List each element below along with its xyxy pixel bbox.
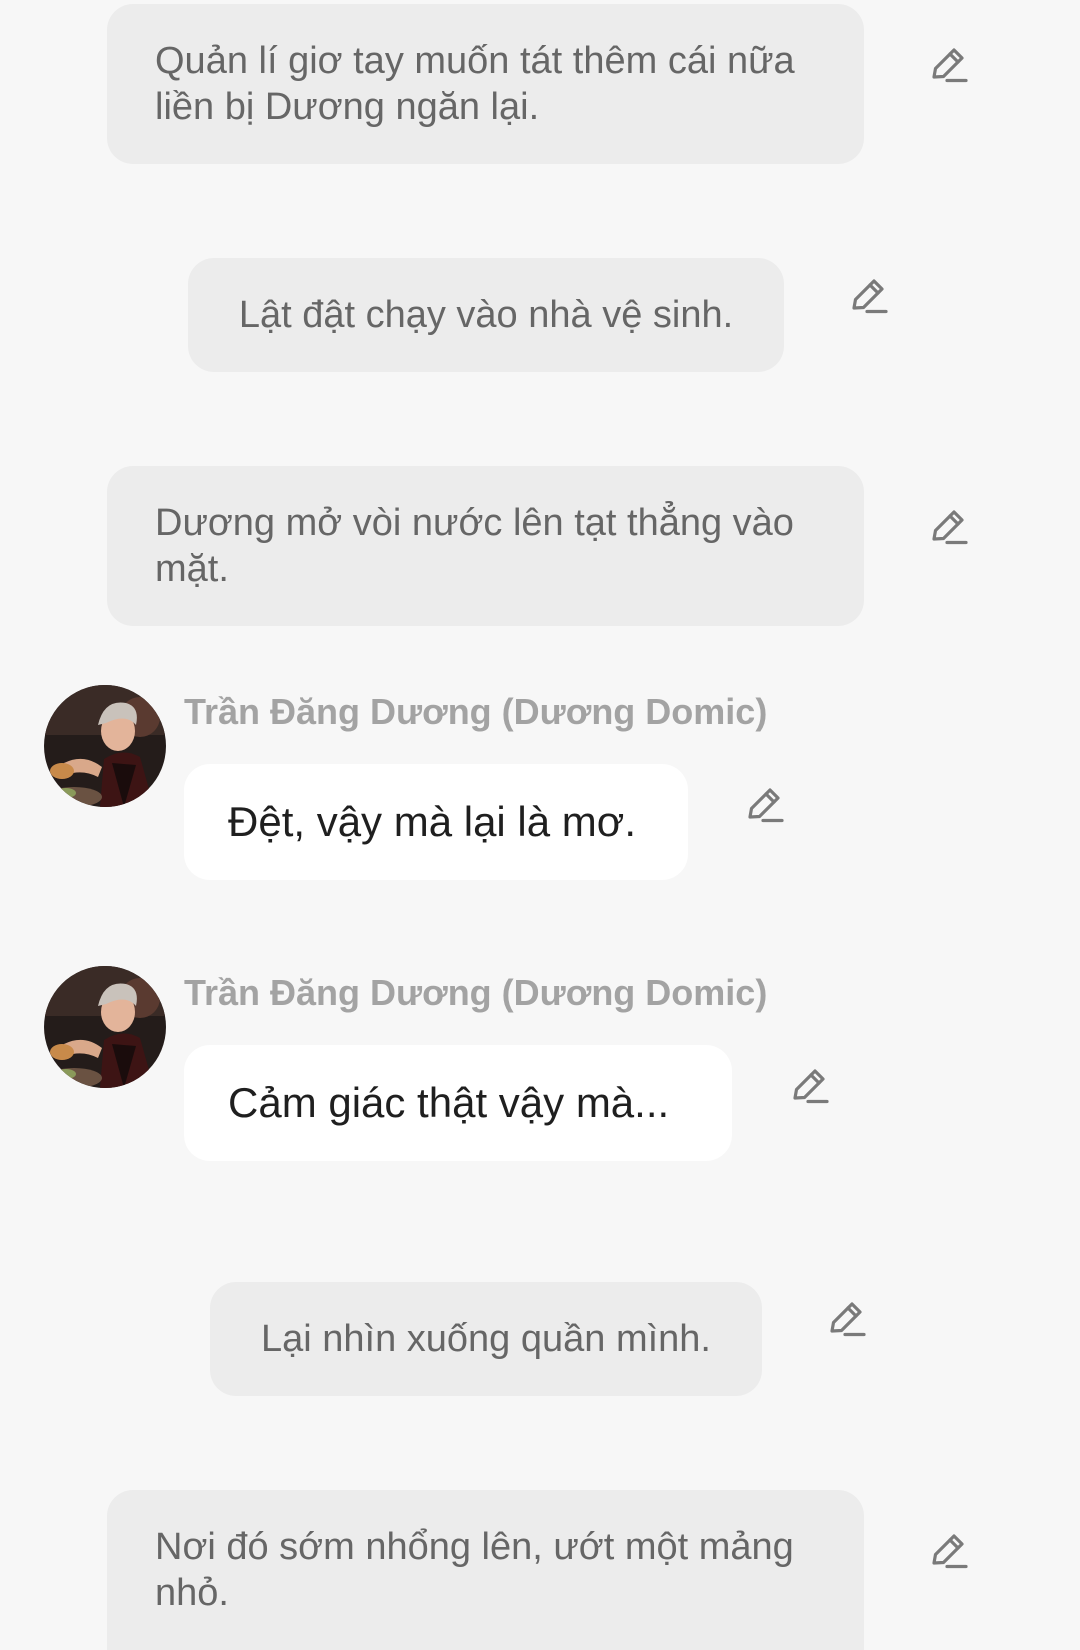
narration-bubble: Nơi đó sớm nhổng lên, ướt một mảng nhỏ. [107, 1490, 864, 1650]
avatar[interactable] [44, 685, 166, 807]
edit-icon[interactable] [926, 1530, 970, 1574]
dialogue-text: Đệt, vậy mà lại là mơ. [228, 798, 636, 845]
edit-icon[interactable] [926, 44, 970, 88]
speaker-name: Trần Đăng Dương (Dương Domic) [184, 691, 768, 732]
dialogue-bubble: Đệt, vậy mà lại là mơ. [184, 764, 688, 880]
narration-bubble: Dương mở vòi nước lên tạt thẳng vào mặt. [107, 466, 864, 626]
edit-icon[interactable] [926, 506, 970, 550]
narration-bubble: Lại nhìn xuống quần mình. [210, 1282, 762, 1396]
avatar[interactable] [44, 966, 166, 1088]
narration-text: Lại nhìn xuống quần mình. [260, 1318, 711, 1360]
narration-bubble: Quản lí giơ tay muốn tát thêm cái nữa li… [107, 4, 864, 164]
narration-text: Lật đật chạy vào nhà vệ sinh. [238, 294, 734, 336]
narration-bubble: Lật đật chạy vào nhà vệ sinh. [188, 258, 784, 372]
edit-icon[interactable] [824, 1298, 868, 1342]
dialogue-bubble: Cảm giác thật vậy mà... [184, 1045, 732, 1161]
narration-text: Nơi đó sớm nhổng lên, ướt một mảng nhỏ. [155, 1526, 794, 1614]
edit-icon[interactable] [742, 784, 786, 828]
narration-text: Quản lí giơ tay muốn tát thêm cái nữa li… [155, 40, 795, 128]
dialogue-text: Cảm giác thật vậy mà... [228, 1079, 670, 1126]
edit-icon[interactable] [787, 1065, 831, 1109]
narration-text: Dương mở vòi nước lên tạt thẳng vào mặt. [155, 502, 794, 590]
edit-icon[interactable] [846, 275, 890, 319]
speaker-name: Trần Đăng Dương (Dương Domic) [184, 972, 768, 1013]
